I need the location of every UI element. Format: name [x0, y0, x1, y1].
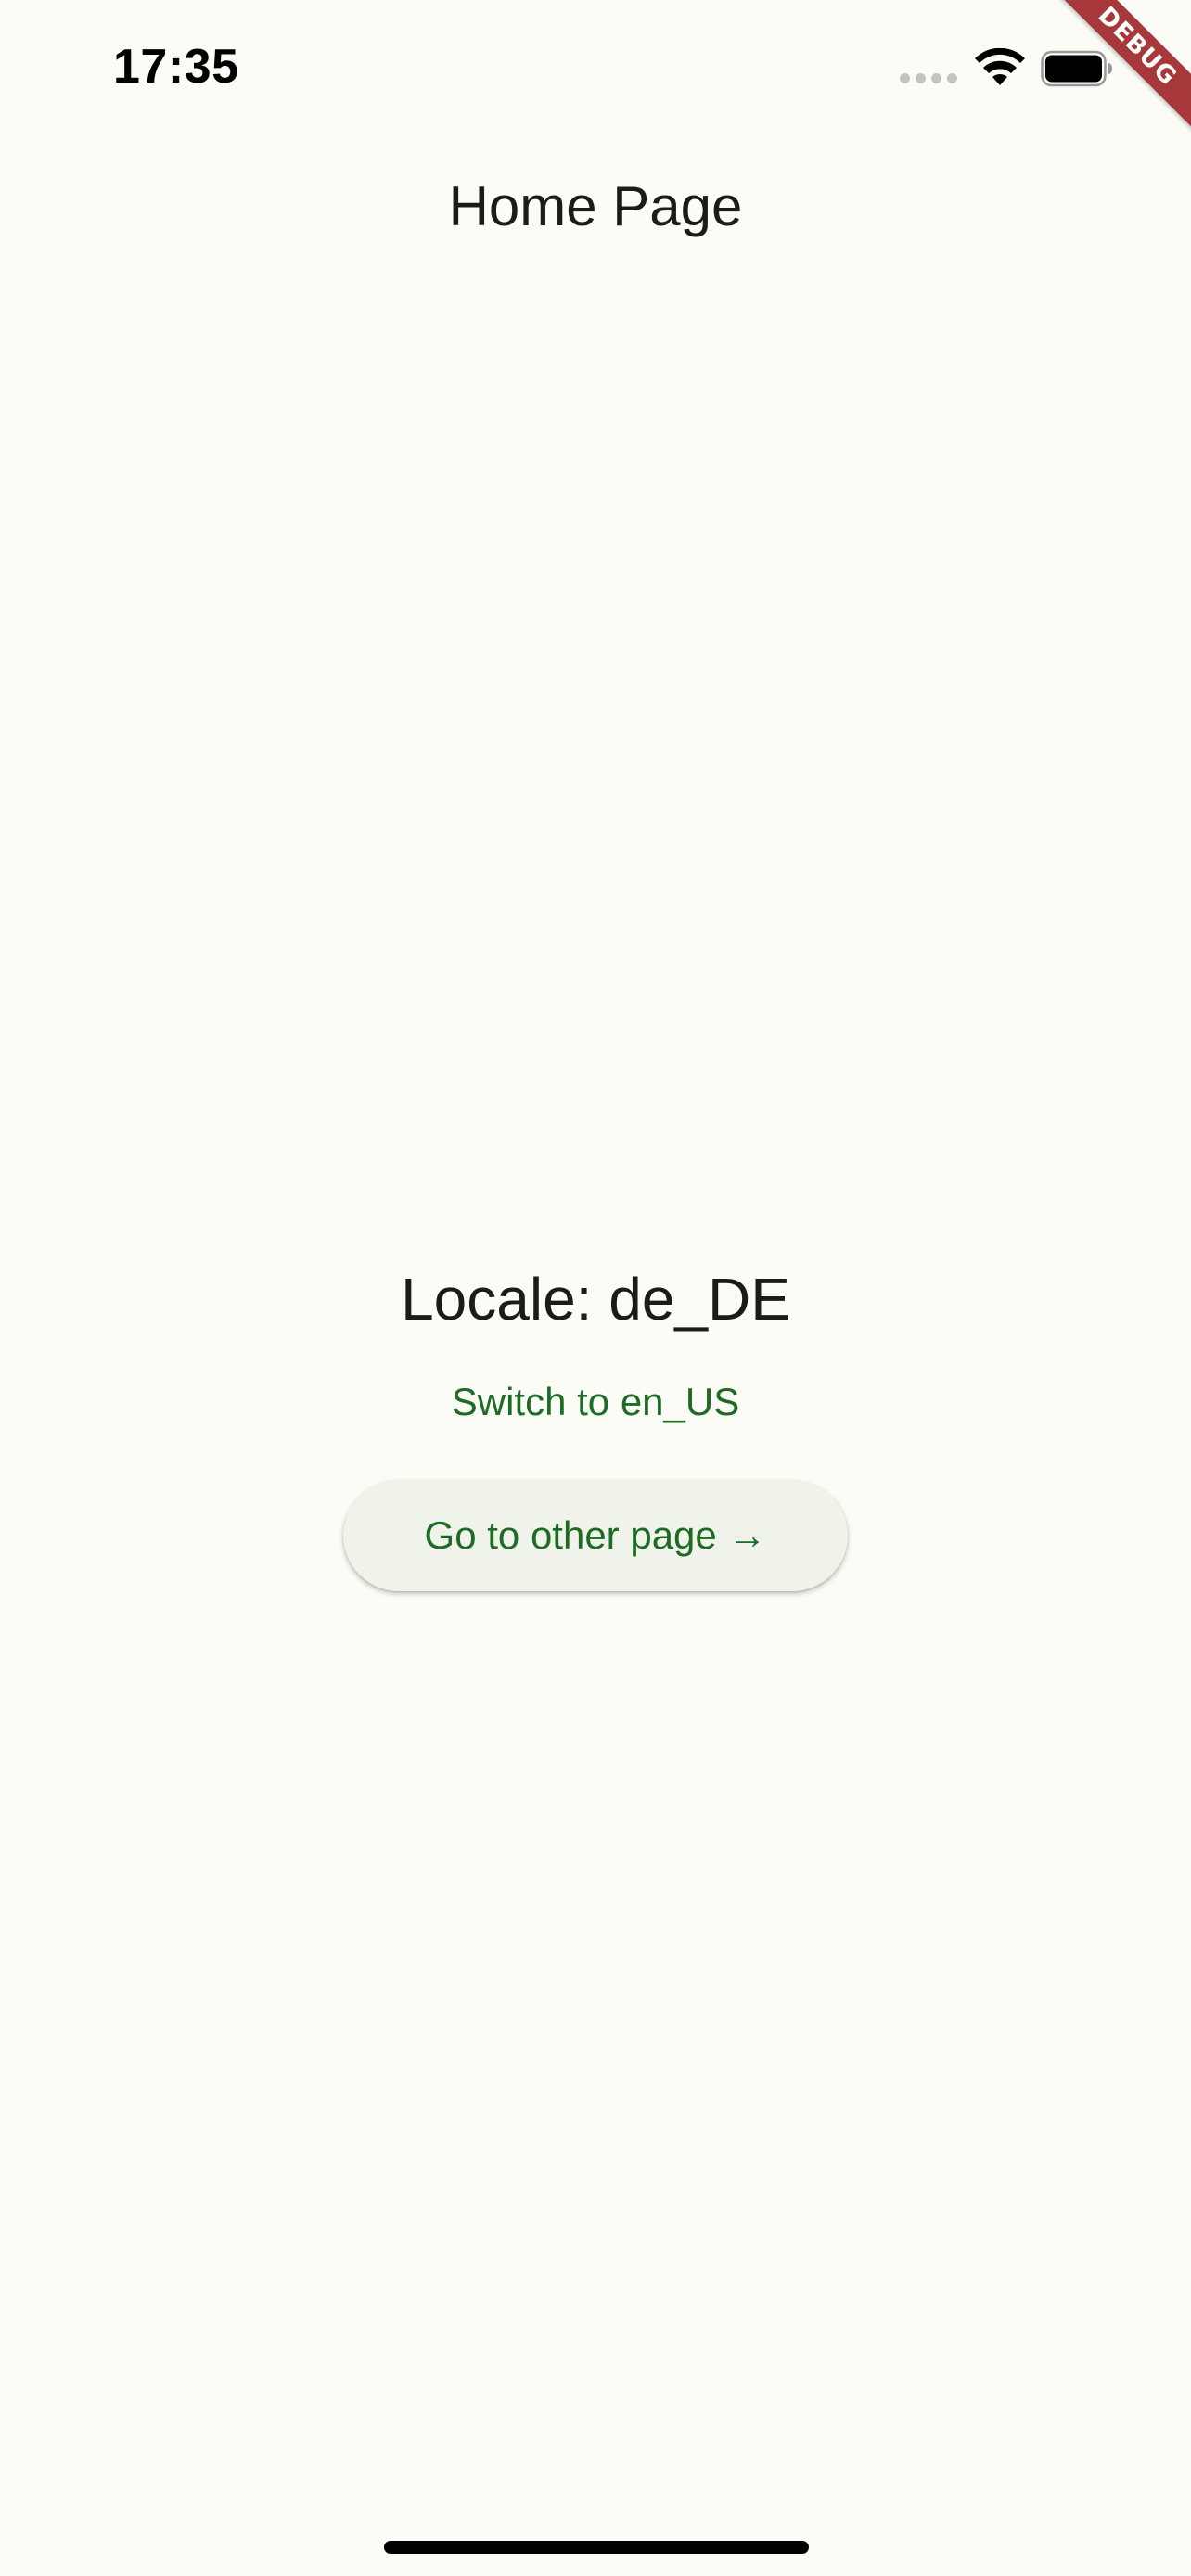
home-indicator[interactable]	[384, 2541, 809, 2554]
switch-locale-button[interactable]: Switch to en_US	[408, 1371, 783, 1434]
status-bar-time: 17:35	[113, 40, 239, 94]
page-title: Home Page	[448, 175, 743, 237]
wifi-icon	[975, 48, 1025, 85]
go-to-other-page-button[interactable]: Go to other page →	[343, 1480, 848, 1591]
locale-label: Locale: de_DE	[401, 1266, 790, 1333]
debug-banner-label: DEBUG	[1038, 0, 1191, 146]
signal-dots-icon	[900, 73, 957, 84]
debug-banner: DEBUG	[1024, 0, 1191, 167]
